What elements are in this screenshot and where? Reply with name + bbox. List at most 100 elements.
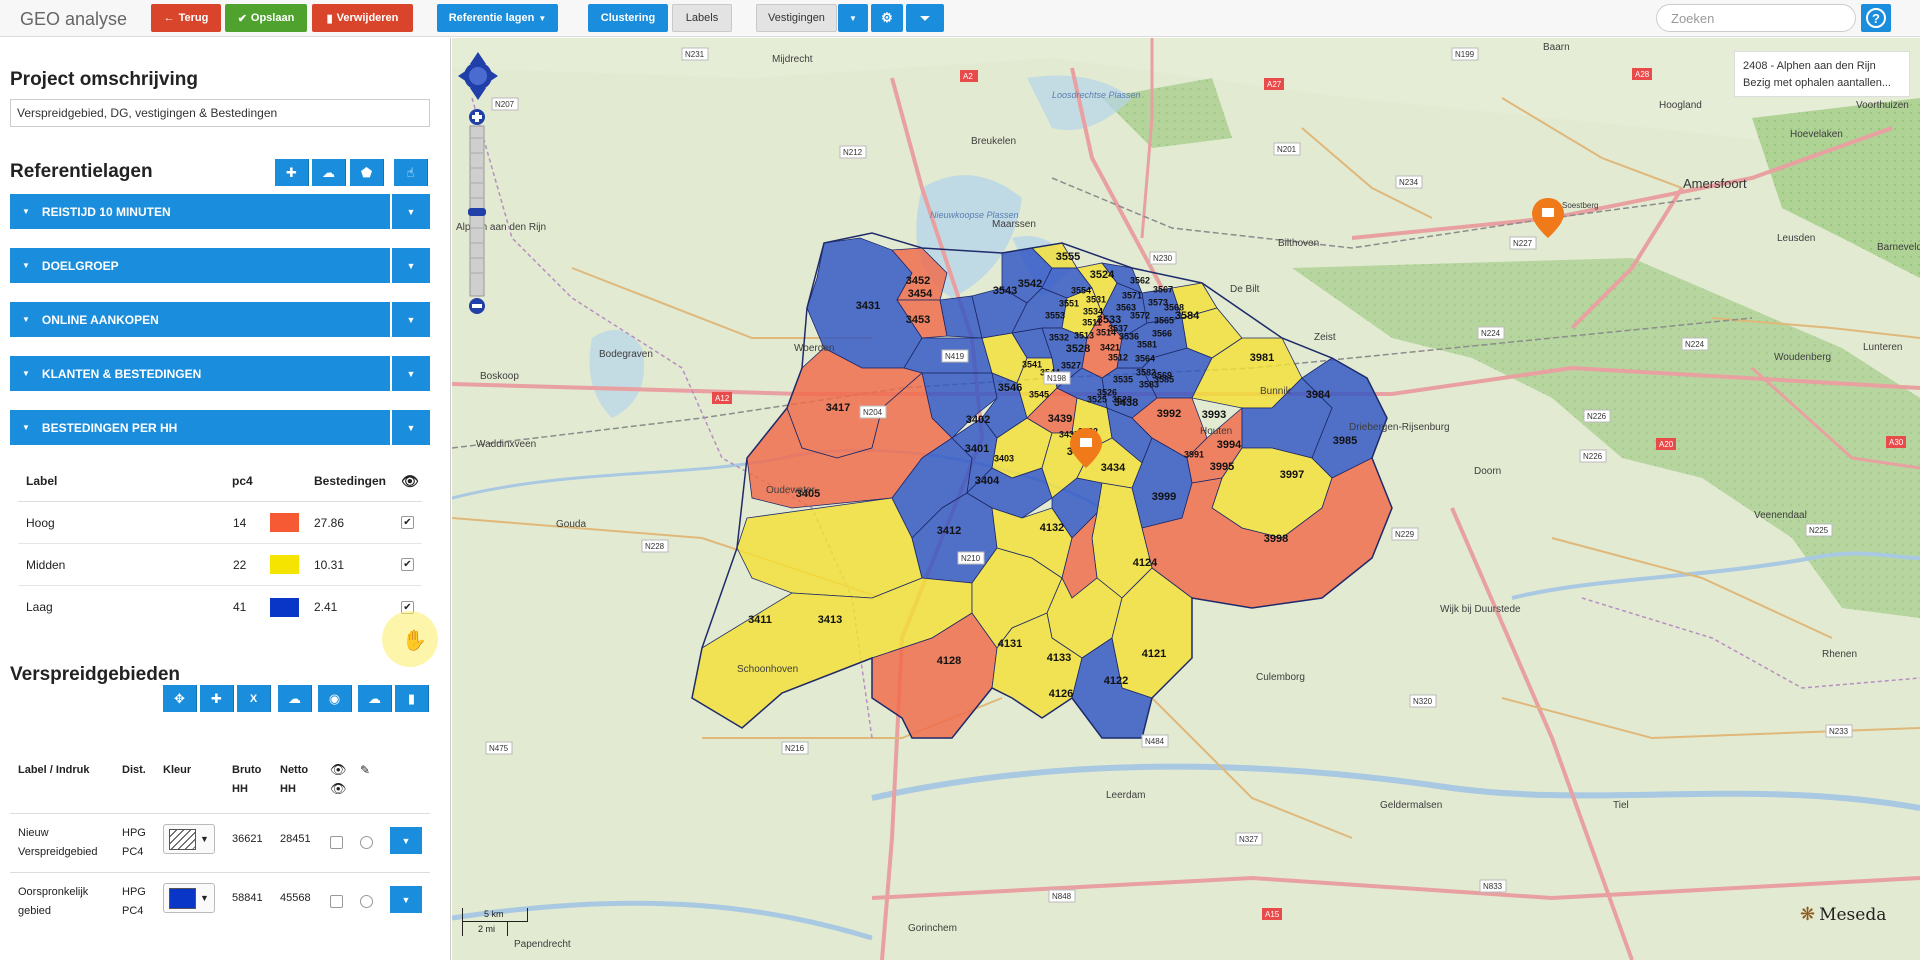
edit-radio[interactable] — [360, 836, 373, 849]
layer-group-button[interactable]: ☁ — [312, 159, 346, 186]
layer-menu-button[interactable]: ▼ — [392, 248, 430, 283]
row-menu-button[interactable]: ▼ — [390, 886, 422, 913]
layer-menu-button[interactable]: ▼ — [392, 302, 430, 337]
table-row: Nieuw Verspreidgebied HPG PC4 ▼ 36621 28… — [10, 814, 430, 873]
locations-button[interactable]: Vestigingen — [756, 4, 837, 32]
question-icon: ? — [1866, 8, 1886, 28]
postcode-label: 3551 — [1059, 298, 1079, 308]
color-picker[interactable]: ▼ — [163, 883, 215, 913]
project-heading: Project omschrijving — [10, 69, 198, 90]
area-circle-button[interactable]: ◉ — [318, 685, 352, 712]
filter-button[interactable]: ⏷ — [906, 4, 944, 32]
postcode-label: 3537 — [1108, 323, 1128, 333]
pan-control[interactable] — [458, 46, 498, 106]
svg-text:N199: N199 — [1455, 50, 1475, 59]
layer-menu-button[interactable]: ▼ — [392, 410, 430, 445]
store-icon — [1080, 438, 1092, 447]
visibility-checkbox[interactable]: ✔ — [401, 516, 414, 529]
postcode-label: 4128 — [937, 655, 961, 667]
back-button[interactable]: ← Terug — [151, 4, 221, 32]
road-label: N475 — [485, 741, 513, 755]
place-label: Bodegraven — [599, 349, 653, 360]
checkmark-icon: ✔ — [237, 12, 247, 25]
svg-text:A28: A28 — [1635, 70, 1650, 79]
status-region: 2408 - Alphen aan den Rijn — [1743, 60, 1876, 72]
postcode-label: 3992 — [1157, 408, 1181, 420]
save-button[interactable]: ✔ Opslaan — [225, 4, 307, 32]
svg-text:N201: N201 — [1277, 145, 1297, 154]
clustering-toggle[interactable]: Clustering — [588, 4, 668, 32]
arrow-left-icon: ← — [163, 12, 175, 24]
svg-text:N212: N212 — [843, 148, 863, 157]
row-menu-button[interactable]: ▼ — [390, 827, 422, 854]
postcode-label: 3985 — [1333, 435, 1357, 447]
move-area-button[interactable]: ✥ — [163, 685, 197, 712]
postcode-label: 3434 — [1101, 462, 1126, 474]
place-label: Doorn — [1474, 466, 1501, 477]
place-label: Boskoop — [480, 371, 519, 382]
add-layer-button[interactable]: ✚ — [275, 159, 309, 186]
delete-area-button[interactable]: ▮ — [395, 685, 429, 712]
map-view[interactable]: 3431 3452 3454 3453 3542 3555 3524 3543 … — [452, 38, 1920, 960]
hand-pointer-icon: ☝ — [406, 164, 415, 180]
postcode-label: 3581 — [1137, 339, 1157, 349]
map-canvas[interactable]: 3431 3452 3454 3453 3542 3555 3524 3543 … — [452, 38, 1920, 960]
search-input[interactable] — [1656, 4, 1856, 32]
svg-text:N216: N216 — [785, 744, 805, 753]
place-label: Zeist — [1314, 332, 1336, 343]
svg-text:N210: N210 — [961, 554, 981, 563]
postcode-label: 3534 — [1083, 306, 1103, 316]
postcode-label: 3562 — [1130, 275, 1150, 285]
place-label: De Bilt — [1230, 284, 1260, 295]
road-label: N228 — [641, 539, 669, 553]
layer-menu-button[interactable]: ▼ — [392, 194, 430, 229]
postcode-label: 3511 — [1082, 317, 1102, 327]
postcode-label: 3585 — [1154, 374, 1174, 384]
color-swatch[interactable] — [270, 555, 299, 574]
visibility-checkbox[interactable]: ✔ — [401, 558, 414, 571]
excel-export-button[interactable]: X — [237, 685, 271, 712]
help-button[interactable]: ? — [1861, 4, 1891, 32]
postcode-label: 3402 — [966, 414, 990, 426]
table-row: Oorspronkelijk gebied HPG PC4 ▼ 58841 45… — [10, 873, 430, 932]
caret-down-icon: ▼ — [200, 893, 209, 903]
road-label: N320 — [1409, 694, 1437, 708]
filter-icon: ⏷ — [920, 10, 930, 25]
edit-radio[interactable] — [360, 895, 373, 908]
layer-customers-spending[interactable]: ▼ KLANTEN & BESTEDINGEN ▼ — [10, 356, 430, 391]
area-cloud-button[interactable]: ☁ — [278, 685, 312, 712]
caret-down-icon: ▼ — [849, 13, 857, 23]
layer-spending-per-hh[interactable]: ▼ BESTEDINGEN PER HH ▼ — [10, 410, 430, 445]
cloud-icon: ☁ — [322, 164, 335, 180]
color-swatch[interactable] — [270, 597, 299, 617]
delete-button[interactable]: ▮ Verwijderen — [312, 4, 413, 32]
layer-online-purchases[interactable]: ▼ ONLINE AANKOPEN ▼ — [10, 302, 430, 337]
polygon-button[interactable]: ⬟ — [350, 159, 384, 186]
area-group-button[interactable]: ☁ — [358, 685, 392, 712]
postcode-label: 4131 — [998, 638, 1022, 650]
reference-layers-dropdown[interactable]: Referentie lagen ▼ — [437, 4, 558, 32]
add-area-button[interactable]: ✚ — [200, 685, 234, 712]
pointer-button[interactable]: ☝ — [394, 159, 428, 186]
postcode-label: 3528 — [1066, 343, 1090, 355]
layer-menu-button[interactable]: ▼ — [392, 356, 430, 391]
settings-button[interactable]: ⚙ — [871, 4, 903, 32]
road-label: N225 — [1805, 523, 1833, 537]
road-label: N201 — [1273, 142, 1301, 156]
road-label: N484 — [1141, 734, 1169, 748]
svg-text:N320: N320 — [1413, 697, 1433, 706]
postcode-label: 4121 — [1142, 648, 1166, 660]
road-label: N231 — [681, 47, 709, 61]
locations-dropdown[interactable]: ▼ — [838, 4, 868, 32]
layer-travel-time[interactable]: ▼ REISTIJD 10 MINUTEN ▼ — [10, 194, 430, 229]
logo-icon: ❋ — [1800, 904, 1816, 925]
color-picker[interactable]: ▼ — [163, 824, 215, 854]
cloud-icon: ☁ — [368, 690, 381, 706]
project-description-input[interactable] — [10, 99, 430, 127]
labels-toggle[interactable]: Labels — [672, 4, 732, 32]
visibility-checkbox[interactable] — [330, 895, 343, 908]
layer-target-group[interactable]: ▼ DOELGROEP ▼ — [10, 248, 430, 283]
color-swatch[interactable] — [270, 513, 299, 532]
visibility-checkbox[interactable] — [330, 836, 343, 849]
zoom-slider[interactable] — [468, 108, 486, 316]
